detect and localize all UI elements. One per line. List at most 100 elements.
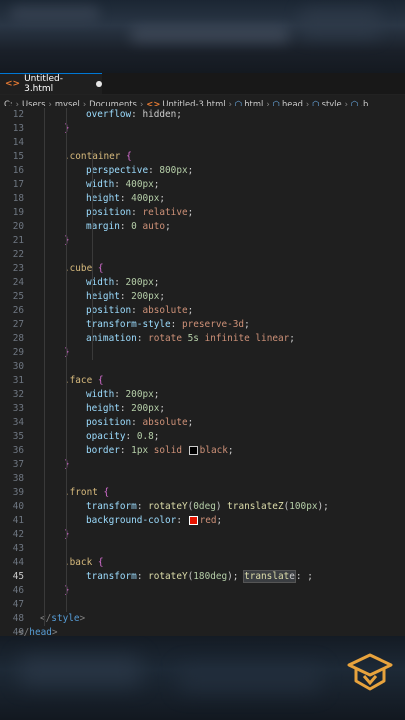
- code-line[interactable]: 17 width: 400px;: [0, 178, 405, 192]
- code-text: overflow: hidden;: [86, 109, 182, 120]
- code-line[interactable]: 39 .front {: [0, 486, 405, 500]
- line-number: 43: [12, 543, 24, 554]
- line-number: 32: [12, 389, 24, 400]
- code-text: background-color: red;: [86, 515, 223, 526]
- code-line[interactable]: 44 .back {: [0, 556, 405, 570]
- code-line[interactable]: 43: [0, 542, 405, 556]
- code-text: transform-style: preserve-3d;: [86, 319, 250, 330]
- line-number: 38: [12, 473, 24, 484]
- code-line[interactable]: 46}: [0, 584, 405, 598]
- line-number: 15: [12, 151, 24, 162]
- code-text: width: 400px;: [86, 179, 160, 190]
- line-number: 46: [12, 585, 24, 596]
- code-line[interactable]: 20 margin: 0 auto;: [0, 220, 405, 234]
- code-line[interactable]: 48 </style>: [0, 612, 405, 626]
- code-line[interactable]: 16 perspective: 800px;: [0, 164, 405, 178]
- code-text: position: absolute;: [86, 417, 194, 428]
- code-text: .container {: [64, 151, 132, 162]
- unsaved-dot-icon[interactable]: [96, 81, 102, 87]
- line-number: 35: [12, 431, 24, 442]
- blur-shape: [300, 8, 380, 38]
- html-file-icon: <>: [5, 79, 21, 89]
- code-line[interactable]: 27 transform-style: preserve-3d;: [0, 318, 405, 332]
- line-number: 19: [12, 207, 24, 218]
- code-line[interactable]: 13}: [0, 122, 405, 136]
- tab-untitled-3[interactable]: <> Untitled-3.html: [0, 73, 102, 94]
- line-number: 48: [12, 613, 24, 624]
- line-number: 13: [12, 123, 24, 134]
- line-number: 22: [12, 249, 24, 260]
- code-text: margin: 0 auto;: [86, 221, 171, 232]
- code-line[interactable]: 36 border: 1px solid black;: [0, 444, 405, 458]
- line-number: 23: [12, 263, 24, 274]
- indent-guide: [44, 108, 45, 626]
- line-number: 12: [12, 109, 24, 120]
- code-line[interactable]: 15 .container {: [0, 150, 405, 164]
- code-line[interactable]: 28 animation: rotate 5s infinite linear;: [0, 332, 405, 346]
- code-text: height: 200px;: [86, 291, 166, 302]
- code-text: .back {: [64, 557, 104, 568]
- tab-title: Untitled-3.html: [24, 74, 63, 94]
- code-text: height: 400px;: [86, 193, 166, 204]
- code-line[interactable]: 18 height: 400px;: [0, 192, 405, 206]
- code-text: animation: rotate 5s infinite linear;: [86, 333, 295, 344]
- code-line[interactable]: 45 transform: rotateY(180deg); translate:…: [0, 570, 405, 584]
- color-swatch[interactable]: [188, 446, 198, 455]
- code-line[interactable]: 25 height: 200px;: [0, 290, 405, 304]
- code-text: .cube {: [64, 263, 104, 274]
- blur-shape: [180, 666, 320, 692]
- code-text: </style>: [40, 613, 86, 624]
- code-line[interactable]: 38: [0, 472, 405, 486]
- code-line[interactable]: 40 transform: rotateY(0deg) translateZ(10…: [0, 500, 405, 514]
- code-line[interactable]: 37}: [0, 458, 405, 472]
- line-number: 28: [12, 333, 24, 344]
- indent-guide: [66, 108, 67, 612]
- code-line[interactable]: 14: [0, 136, 405, 150]
- code-line[interactable]: 35 opacity: 0.8;: [0, 430, 405, 444]
- code-text: transform: rotateY(0deg) translateZ(100p…: [86, 501, 329, 512]
- code-line[interactable]: 26 position: absolute;: [0, 304, 405, 318]
- color-swatch[interactable]: [188, 516, 198, 525]
- code-text: .front {: [64, 487, 110, 498]
- code-text: opacity: 0.8;: [86, 431, 160, 442]
- code-text: position: relative;: [86, 207, 194, 218]
- code-line[interactable]: 29}: [0, 346, 405, 360]
- code-line[interactable]: 24 width: 200px;: [0, 276, 405, 290]
- code-line[interactable]: 31 .face {: [0, 374, 405, 388]
- indent-guide: [92, 150, 93, 360]
- line-number: 21: [12, 235, 24, 246]
- line-number: 40: [12, 501, 24, 512]
- graduation-cap-icon: [347, 653, 393, 691]
- line-number: 27: [12, 319, 24, 330]
- line-number: 45: [12, 571, 24, 582]
- line-number: 41: [12, 515, 24, 526]
- code-line[interactable]: 22: [0, 248, 405, 262]
- code-line[interactable]: 32 width: 200px;: [0, 388, 405, 402]
- code-line[interactable]: 12 overflow: hidden;: [0, 108, 405, 122]
- code-text: width: 200px;: [86, 277, 160, 288]
- line-number: 39: [12, 487, 24, 498]
- code-line[interactable]: 42}: [0, 528, 405, 542]
- code-text: border: 1px solid black;: [86, 445, 234, 456]
- line-number: 16: [12, 165, 24, 176]
- code-editor[interactable]: 12 overflow: hidden; 13}14 15 .container { 16…: [0, 106, 405, 636]
- code-text: height: 200px;: [86, 403, 166, 414]
- code-line[interactable]: 23 .cube {: [0, 262, 405, 276]
- code-line[interactable]: 21}: [0, 234, 405, 248]
- code-text: width: 200px;: [86, 389, 160, 400]
- line-number: 37: [12, 459, 24, 470]
- code-line[interactable]: 49 </head>: [0, 626, 405, 636]
- code-text: .face {: [64, 375, 104, 386]
- blur-shape: [130, 28, 290, 42]
- code-line[interactable]: 30: [0, 360, 405, 374]
- code-line[interactable]: 33 height: 200px;: [0, 402, 405, 416]
- line-number: 14: [12, 137, 24, 148]
- code-line[interactable]: 41 background-color: red;: [0, 514, 405, 528]
- line-number: 26: [12, 305, 24, 316]
- code-line[interactable]: 47: [0, 598, 405, 612]
- code-line[interactable]: 19 position: relative;: [0, 206, 405, 220]
- code-line[interactable]: 34 position: absolute;: [0, 416, 405, 430]
- line-number: 17: [12, 179, 24, 190]
- line-number: 24: [12, 277, 24, 288]
- line-number: 18: [12, 193, 24, 204]
